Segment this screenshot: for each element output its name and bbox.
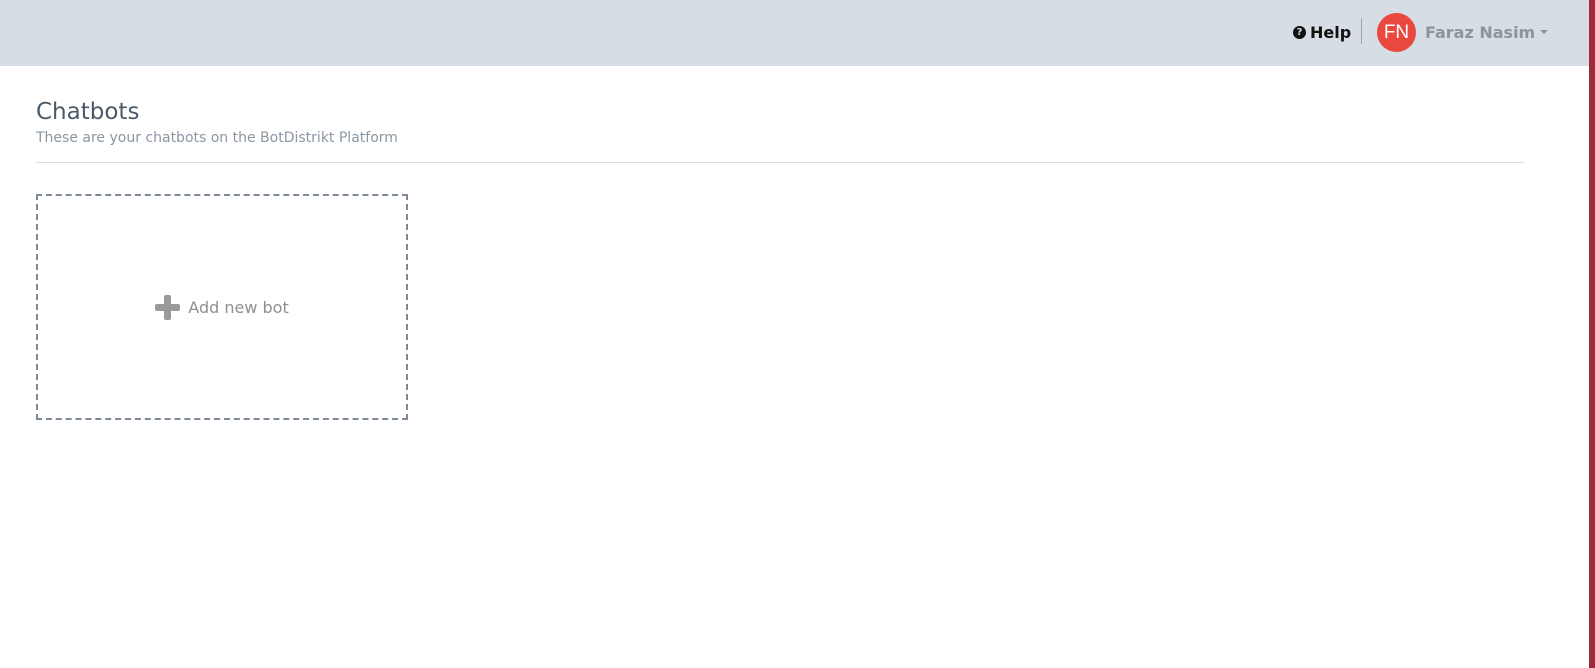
add-new-bot-label: Add new bot (188, 297, 289, 317)
navbar-divider (1361, 18, 1362, 44)
user-menu-toggle[interactable]: FN Faraz Nasim (1377, 12, 1549, 52)
add-new-bot-card[interactable]: Add new bot (36, 194, 408, 420)
section-divider (36, 162, 1524, 163)
app-window: ? Help FN Faraz Nasim Chatbots These are… (0, 0, 1595, 668)
page-subtitle: These are your chatbots on the BotDistri… (36, 130, 398, 146)
question-circle-icon: ? (1293, 25, 1306, 39)
avatar: FN (1377, 12, 1416, 52)
help-link[interactable]: ? Help (1293, 22, 1351, 42)
page-title: Chatbots (36, 99, 140, 125)
user-name: Faraz Nasim (1425, 22, 1536, 42)
top-navbar: ? Help FN Faraz Nasim (0, 0, 1589, 66)
add-new-bot-content: Add new bot (155, 294, 289, 320)
window-edge-accent (1589, 0, 1595, 668)
plus-icon (155, 294, 181, 320)
help-label: Help (1310, 22, 1352, 42)
chevron-down-icon (1540, 30, 1549, 34)
